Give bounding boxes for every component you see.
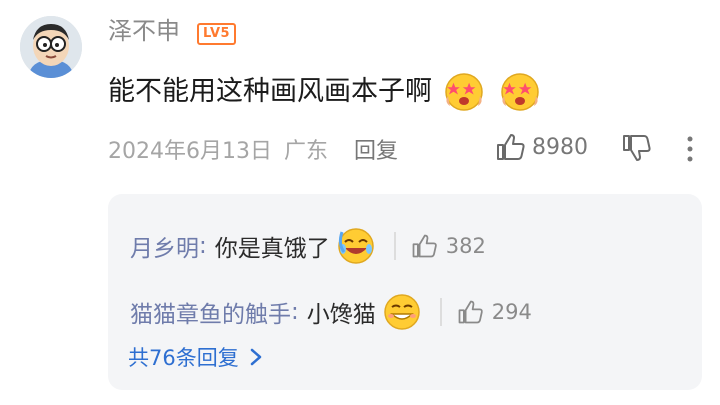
- view-all-replies-link[interactable]: 共76条回复: [128, 342, 263, 372]
- avatar-image: [20, 16, 82, 78]
- reply-like-button[interactable]: 382: [410, 232, 486, 260]
- comment-date: 2024年6月13日: [108, 139, 272, 164]
- reply-button[interactable]: 回复: [354, 133, 398, 165]
- reply-like-button[interactable]: 294: [456, 298, 532, 326]
- thumbs-up-icon: [497, 134, 525, 160]
- like-count: 8980: [532, 134, 588, 160]
- reply-text: 小馋猫: [306, 302, 376, 328]
- reply-author[interactable]: 猫猫章鱼的触手: [130, 295, 291, 329]
- replies-panel: 月乡明 : 你是真饿了 382 猫猫章鱼的触手 : 小馋猫 294 共76条回复: [108, 194, 702, 390]
- thumbs-up-icon: [412, 234, 437, 258]
- reply-colon: :: [291, 299, 299, 325]
- laughing-tears-emoji: [336, 226, 376, 266]
- divider: [393, 232, 396, 260]
- chevron-right-icon: [250, 348, 261, 366]
- comment-meta: 2024年6月13日 广东 回复: [108, 133, 398, 165]
- divider: [439, 298, 442, 326]
- more-replies-label: 共76条回复: [128, 346, 239, 370]
- reply-like-count: 382: [445, 234, 486, 258]
- reply-item[interactable]: 猫猫章鱼的触手 : 小馋猫 294: [130, 292, 532, 332]
- comment-text: 能不能用这种画风画本子啊: [108, 70, 542, 114]
- reply-like-count: 294: [491, 300, 532, 324]
- star-eyes-emoji: [442, 70, 486, 114]
- reply-item[interactable]: 月乡明 : 你是真饿了 382: [130, 226, 486, 266]
- comment-username[interactable]: 泽不申: [108, 14, 180, 48]
- level-badge: LV5: [197, 23, 237, 45]
- reply-text: 你是真饿了: [214, 236, 330, 262]
- avatar[interactable]: [20, 16, 82, 78]
- reply-colon: :: [199, 233, 207, 259]
- thumbs-down-icon[interactable]: [620, 132, 652, 164]
- more-vertical-icon[interactable]: [680, 134, 700, 164]
- comment-location: 广东: [283, 139, 328, 164]
- like-button[interactable]: 8980: [494, 131, 588, 163]
- star-eyes-emoji: [498, 70, 542, 114]
- reply-author[interactable]: 月乡明: [130, 229, 199, 263]
- comment-body: 能不能用这种画风画本子啊: [108, 76, 432, 107]
- grinning-emoji: [382, 292, 422, 332]
- thumbs-up-icon: [458, 300, 483, 324]
